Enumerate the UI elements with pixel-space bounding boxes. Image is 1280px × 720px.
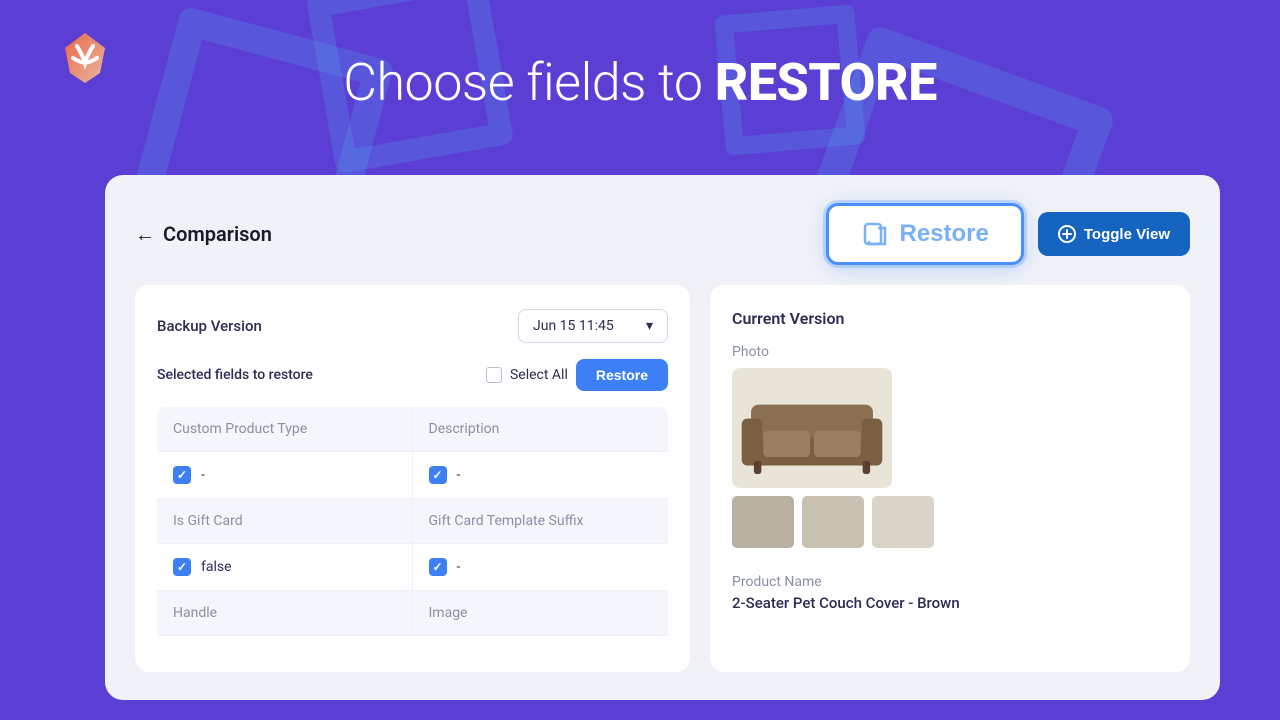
col1-subheader-2: Is Gift Card	[157, 499, 413, 543]
restore-small-button[interactable]: Restore	[576, 359, 668, 391]
back-link[interactable]: ← Comparison	[135, 222, 272, 247]
col1-header: Custom Product Type	[157, 407, 413, 451]
select-all-checkbox[interactable]	[486, 367, 502, 383]
table-subheader-row-3: Handle Image	[157, 591, 668, 636]
chevron-down-icon: ▾	[646, 318, 653, 334]
version-select-value: Jun 15 11:45	[533, 318, 614, 334]
col2-cell-2: -	[413, 544, 669, 590]
col1-cell: -	[157, 452, 413, 498]
left-panel: Backup Version Jun 15 11:45 ▾ Selected f…	[135, 285, 690, 672]
col2-cell: -	[413, 452, 669, 498]
select-all-group: Select All Restore	[486, 359, 668, 391]
restore-icon	[861, 220, 889, 248]
product-name-section: Product Name 2-Seater Pet Couch Cover - …	[732, 574, 1168, 612]
content-area: Backup Version Jun 15 11:45 ▾ Selected f…	[135, 285, 1190, 672]
backup-version-label: Backup Version	[157, 317, 262, 335]
col1-checkbox[interactable]	[173, 466, 191, 484]
photo-thumb-1	[732, 496, 794, 548]
col2-checkbox[interactable]	[429, 466, 447, 484]
main-photo	[732, 368, 892, 488]
col2-subheader-3: Image	[413, 591, 669, 635]
col1-cell-2: false	[157, 544, 413, 590]
selected-fields-label: Selected fields to restore	[157, 367, 313, 383]
photo-label: Photo	[732, 344, 1168, 360]
backup-version-row: Backup Version Jun 15 11:45 ▾	[157, 309, 668, 343]
table-row: - -	[157, 452, 668, 499]
fields-table: Custom Product Type Description - -	[157, 407, 668, 648]
table-row-2: false -	[157, 544, 668, 591]
product-name-value: 2-Seater Pet Couch Cover - Brown	[732, 594, 1168, 612]
photo-thumbnails	[732, 496, 1168, 548]
col1-value-2: false	[201, 559, 232, 575]
col1-subheader-3: Handle	[157, 591, 413, 635]
col2-value-2: -	[457, 559, 461, 575]
page-header: ← Comparison Restore Toggle View	[135, 203, 1190, 265]
photo-section: Photo	[732, 344, 1168, 548]
restore-main-label: Restore	[899, 220, 988, 248]
table-subheader-row-2: Is Gift Card Gift Card Template Suffix	[157, 499, 668, 544]
toggle-view-label: Toggle View	[1084, 226, 1170, 243]
col2-header: Description	[413, 407, 669, 451]
current-version-title: Current Version	[732, 309, 1168, 328]
right-panel: Current Version Photo	[710, 285, 1190, 672]
toggle-view-button[interactable]: Toggle View	[1038, 212, 1190, 256]
col2-checkbox-2[interactable]	[429, 558, 447, 576]
page-title: Comparison	[163, 222, 272, 246]
toggle-view-icon	[1058, 225, 1076, 243]
main-container: ← Comparison Restore Toggle View	[105, 175, 1220, 700]
photo-thumb-3	[872, 496, 934, 548]
selected-fields-row: Selected fields to restore Select All Re…	[157, 359, 668, 391]
table-header-row: Custom Product Type Description	[157, 407, 668, 452]
back-arrow-icon: ←	[135, 222, 155, 247]
product-name-label: Product Name	[732, 574, 1168, 590]
version-select-dropdown[interactable]: Jun 15 11:45 ▾	[518, 309, 668, 343]
col2-subheader-2: Gift Card Template Suffix	[413, 499, 669, 543]
hero-title: Choose fields to RESTORE	[0, 52, 1280, 113]
select-all-label: Select All	[510, 367, 568, 383]
header-actions: Restore Toggle View	[826, 203, 1190, 265]
col1-checkbox-2[interactable]	[173, 558, 191, 576]
col2-value: -	[457, 467, 461, 483]
restore-main-button[interactable]: Restore	[826, 203, 1023, 265]
photo-thumb-2	[802, 496, 864, 548]
col1-value: -	[201, 467, 205, 483]
sofa-image	[737, 373, 887, 483]
